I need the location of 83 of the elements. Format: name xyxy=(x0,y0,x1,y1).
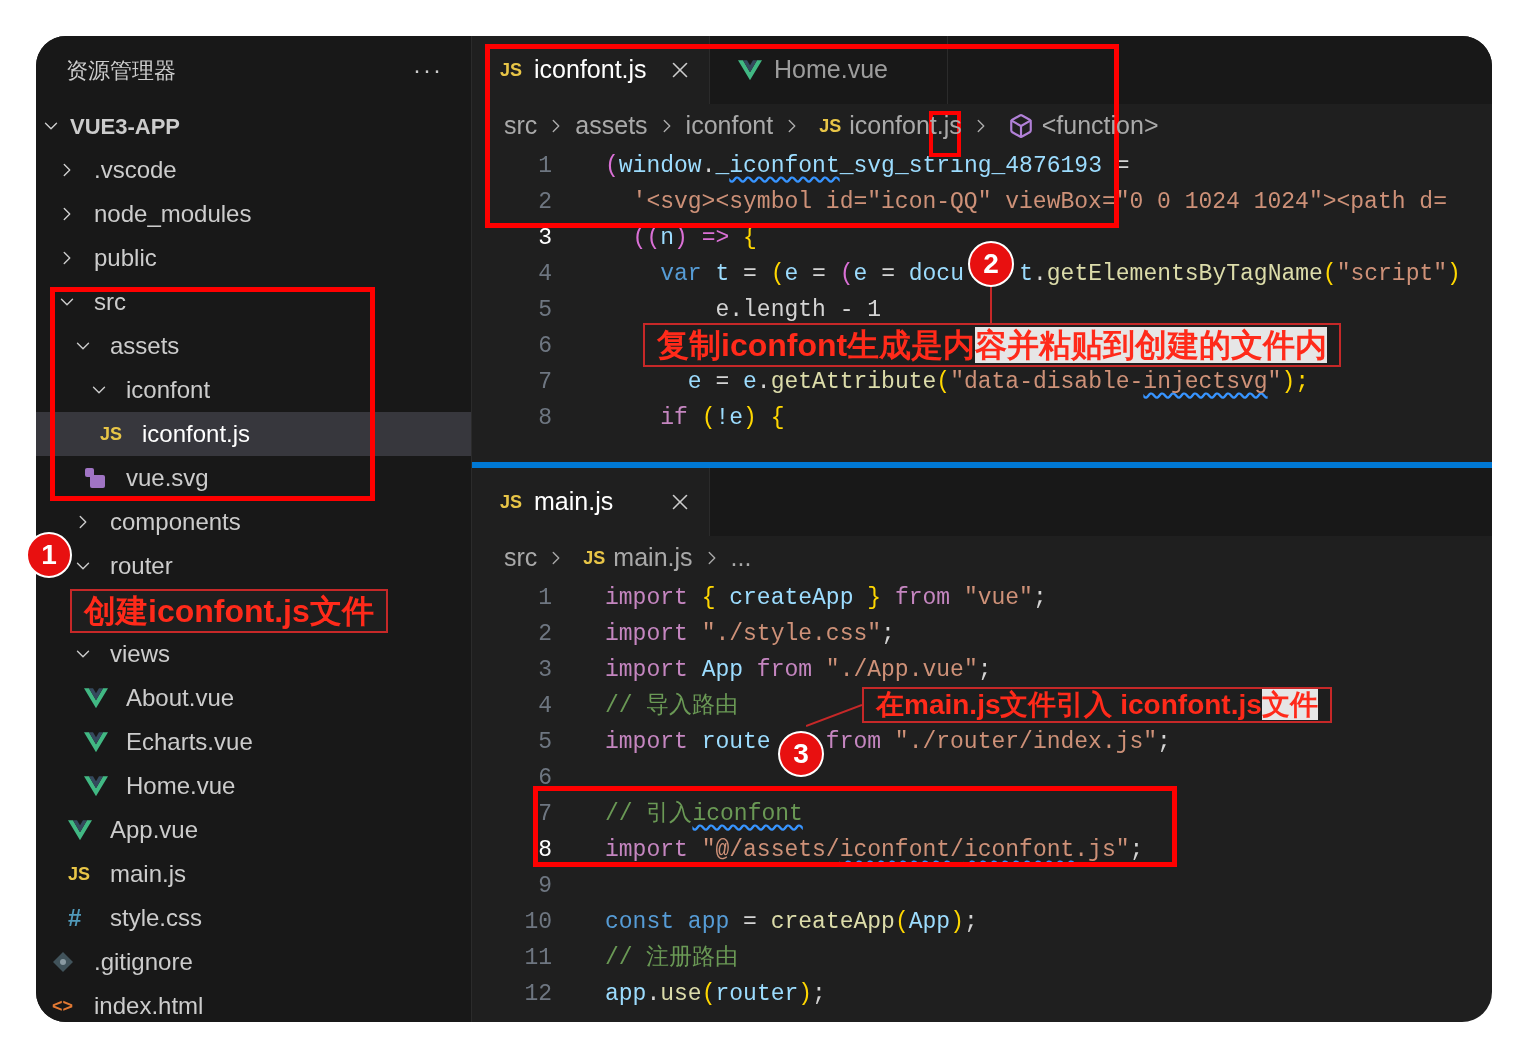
folder-item[interactable]: assets xyxy=(72,328,180,364)
js-file-icon: JS xyxy=(500,61,523,79)
vue-logo-icon xyxy=(84,687,108,709)
breadcrumb-item[interactable]: ... xyxy=(730,539,752,577)
folder-item[interactable]: public xyxy=(56,240,157,276)
code-text: const app = createApp(App); xyxy=(605,909,978,935)
html-file-icon: <> xyxy=(52,997,74,1015)
leader-line xyxy=(806,704,862,727)
line-number: 2 xyxy=(537,187,552,217)
folder-item[interactable]: router xyxy=(72,548,173,584)
cube-icon xyxy=(1007,113,1034,139)
js-file-icon: JS xyxy=(500,493,523,511)
file-item[interactable]: About.vue xyxy=(88,680,235,716)
js-file-icon: JS xyxy=(583,549,606,567)
file-item[interactable]: Echarts.vue xyxy=(88,724,253,760)
line-number: 10 xyxy=(523,907,552,937)
breadcrumb-item[interactable]: iconfont xyxy=(685,107,774,145)
line-number: 5 xyxy=(537,727,552,757)
editor-tab[interactable]: JS main.js xyxy=(472,468,710,536)
folder-item[interactable]: views xyxy=(72,636,170,672)
line-number: 7 xyxy=(537,799,552,829)
file-item[interactable]: App.vue xyxy=(72,812,199,848)
breadcrumb-item[interactable]: main.js xyxy=(613,539,693,577)
line-number: 7 xyxy=(537,367,552,397)
line-number: 9 xyxy=(537,871,552,901)
folder-item[interactable]: iconfont xyxy=(88,372,211,408)
line-number: 11 xyxy=(523,943,552,973)
line-number: 1 xyxy=(537,151,552,181)
vue-logo-icon xyxy=(84,775,108,797)
code-text: // 注册路由 xyxy=(605,945,739,971)
js-file-icon: JS xyxy=(68,865,91,883)
code-text: e.length - 1 xyxy=(714,297,882,323)
line-number: 2 xyxy=(537,619,552,649)
step-badge: 1 xyxy=(26,532,72,578)
line-number: 6 xyxy=(537,331,552,361)
line-number: 12 xyxy=(523,979,552,1009)
folder-item[interactable]: node_modules xyxy=(56,196,252,232)
leader-line xyxy=(990,287,992,323)
line-number: 6 xyxy=(537,763,552,793)
code-text: // 导入路由 xyxy=(605,693,739,719)
code-text: e = e.getAttribute("data-disable-injectsvg"); xyxy=(686,369,1309,395)
file-item[interactable]: .gitignore xyxy=(56,944,193,980)
breadcrumb-item[interactable]: src xyxy=(504,539,538,577)
diamond-file-icon xyxy=(52,951,74,973)
file-item[interactable]: vue.svg xyxy=(88,460,209,496)
js-file-icon: JS xyxy=(819,117,842,135)
file-item[interactable]: Home.vue xyxy=(88,768,236,804)
line-number: 3 xyxy=(537,655,552,685)
vue-logo-icon xyxy=(84,731,108,753)
line-number: 3 xyxy=(537,223,552,253)
image-file-icon xyxy=(84,467,106,489)
line-number: 5 xyxy=(537,295,552,325)
code-text: // 引入iconfont xyxy=(605,801,803,827)
code-text: import route xyxy=(605,729,771,755)
code-text: var t = (e = (e = docu xyxy=(659,261,964,287)
vue-logo-icon xyxy=(738,59,762,81)
code-text: import "./style.css"; xyxy=(605,621,895,647)
sidebar-title: 资源管理器 xyxy=(66,56,176,85)
css-file-icon: # xyxy=(68,906,82,930)
breadcrumb-item[interactable]: assets xyxy=(575,107,648,145)
line-number: 4 xyxy=(537,691,552,721)
annotation-callout: 创建iconfont.js文件 xyxy=(70,589,388,633)
line-number: 8 xyxy=(537,403,552,433)
folder-item[interactable]: components xyxy=(72,504,241,540)
js-file-icon: JS xyxy=(100,425,123,443)
more-actions[interactable]: ··· xyxy=(413,52,443,88)
code-text: import App from "./App.vue"; xyxy=(605,657,992,683)
code-text: t.getElementsByTagName("script") xyxy=(1019,261,1461,287)
code-text: import "@/assets/iconfont/iconfont.js"; xyxy=(605,837,1144,863)
code-text: import { createApp } from "vue"; xyxy=(605,585,1047,611)
line-number: 1 xyxy=(537,583,552,613)
vue-logo-icon xyxy=(68,819,92,841)
breadcrumb-item[interactable]: src xyxy=(504,107,538,145)
code-text: from "./router/index.js"; xyxy=(825,729,1171,755)
line-number: 8 xyxy=(537,835,552,865)
code-text: if (!e) { xyxy=(659,405,785,431)
line-number: 4 xyxy=(537,259,552,289)
folder-item[interactable]: .vscode xyxy=(56,152,177,188)
project-root[interactable]: VUE3-APP xyxy=(40,109,181,143)
code-text: app.use(router); xyxy=(605,981,826,1007)
folder-item[interactable]: src xyxy=(56,284,126,320)
editor-tab[interactable]: JS iconfont.js xyxy=(472,36,710,104)
annotation-callout: 在main.js文件引入 iconfont.js文件 xyxy=(862,687,1332,723)
